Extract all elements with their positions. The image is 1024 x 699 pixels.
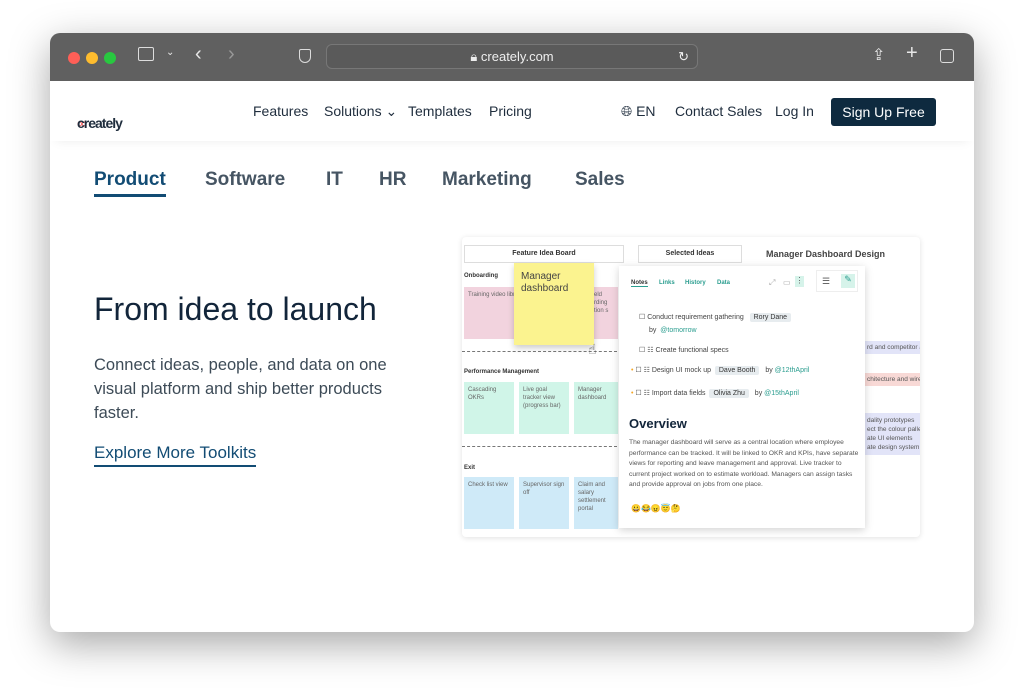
card: Check list view: [464, 477, 514, 529]
reload-icon[interactable]: ↻: [678, 45, 689, 68]
due-date: @15thApril: [764, 390, 799, 397]
timeline-text: ate design system: [867, 444, 920, 451]
divider: [462, 446, 617, 447]
login-link[interactable]: Log In: [775, 103, 814, 119]
card: Live goal tracker view (progress bar): [519, 382, 569, 434]
timeline-item: dality prototypes ect the colour pallet at…: [865, 413, 920, 455]
sidebar-icon[interactable]: [138, 47, 154, 61]
hero-title: From idea to launch: [94, 291, 377, 327]
tabs-overview-icon[interactable]: [940, 49, 954, 63]
due-date: @tomorrow: [660, 327, 697, 334]
timeline-item: chitecture and wiref: [865, 373, 920, 386]
nav-solutions-label: Solutions: [324, 103, 382, 119]
emoji-reactions[interactable]: 😀😂😠😇🤔: [631, 504, 681, 513]
overview-title: Overview: [629, 416, 687, 431]
edit-note-icon[interactable]: ✎: [841, 274, 855, 288]
panel-tab-data[interactable]: Data: [717, 280, 730, 286]
chevron-down-icon: ⌄: [385, 103, 398, 119]
new-tab-icon[interactable]: +: [906, 42, 918, 65]
hand-cursor-icon: ☝︎: [588, 341, 597, 357]
tab-marketing[interactable]: Marketing: [442, 169, 532, 191]
sign-up-button[interactable]: Sign Up Free: [831, 98, 936, 126]
language-selector[interactable]: 🌐︎ EN: [621, 103, 656, 120]
panel-tab-links[interactable]: Links: [659, 280, 675, 286]
task-text: Import data fields: [651, 390, 706, 397]
share-icon[interactable]: ⇪: [872, 45, 885, 65]
settings-sliders-icon[interactable]: ☰: [822, 276, 830, 287]
shield-icon[interactable]: [299, 49, 311, 63]
task-item[interactable]: • ☐ ☷ Import data fields Olivia Zhu by @…: [631, 389, 799, 398]
board-header: Feature Idea Board: [464, 245, 624, 263]
task-text: Design UI mock up: [651, 367, 711, 374]
hero-text: Connect ideas, people, and data on one v…: [94, 356, 387, 422]
tab-it[interactable]: IT: [326, 169, 343, 191]
timeline-text: ate UI elements: [867, 435, 913, 442]
address-bar[interactable]: 🔒︎ creately.com ↻: [326, 44, 698, 69]
maximize-button[interactable]: [104, 52, 116, 64]
timeline-text: ect the colour pallet: [867, 426, 920, 433]
by-label: by: [765, 367, 773, 374]
panel-tab-history[interactable]: History: [685, 280, 706, 286]
browser-toolbar: ⌄ ‹ › 🔒︎ creately.com ↻ ⇪ +: [50, 33, 974, 81]
site-nav: ∞ creately Features Solutions ⌄ Templates…: [50, 81, 974, 141]
section-label: Onboarding: [464, 273, 498, 279]
timeline-item: rd and competitor a: [865, 341, 920, 354]
section-label: Exit: [464, 465, 476, 471]
nav-templates[interactable]: Templates: [408, 103, 472, 119]
assignee-chip: Dave Booth: [714, 366, 760, 375]
tab-product[interactable]: Product: [94, 169, 166, 197]
nav-features[interactable]: Features: [253, 103, 308, 119]
expand-icon[interactable]: ⤢: [769, 278, 775, 288]
chevron-down-icon[interactable]: ⌄: [166, 47, 174, 58]
lock-icon: 🔒︎: [470, 49, 478, 64]
task-item[interactable]: • ☐ ☷ Design UI mock up Dave Booth by @1…: [631, 366, 810, 375]
forward-icon[interactable]: ›: [228, 43, 235, 66]
notes-panel: Notes Links History Data ⤢ ▭ ⋮ ☰ ✎ ☐ Con…: [619, 266, 865, 528]
task-text: Create functional specs: [655, 347, 729, 354]
card: Claim and salary settlement portal: [574, 477, 618, 529]
tab-hr[interactable]: HR: [379, 169, 406, 191]
task-due: by @tomorrow: [649, 327, 697, 334]
overview-text: The manager dashboard will serve as a ce…: [629, 439, 859, 488]
tab-sales[interactable]: Sales: [575, 169, 625, 191]
board-header: Selected Ideas: [638, 245, 742, 263]
pin-icon[interactable]: ▭: [783, 278, 791, 287]
close-button[interactable]: [68, 52, 80, 64]
assignee-chip: Olivia Zhu: [709, 389, 749, 398]
by-label: by: [649, 327, 657, 334]
sticky-note[interactable]: Manager dashboard: [514, 263, 594, 345]
nav-solutions[interactable]: Solutions ⌄: [324, 103, 397, 120]
by-label: by: [754, 390, 763, 397]
timeline-text: dality prototypes: [867, 417, 915, 424]
card: Manager dashboard: [574, 382, 618, 434]
board-header: Manager Dashboard Design Timeline: [766, 249, 886, 260]
card: Supervisor sign off: [519, 477, 569, 529]
task-text: Conduct requirement gathering: [647, 314, 744, 321]
board-preview: Feature Idea Board Selected Ideas Manage…: [462, 237, 920, 537]
contact-sales-link[interactable]: Contact Sales: [675, 103, 762, 119]
browser-window: ⌄ ‹ › 🔒︎ creately.com ↻ ⇪ + ∞ creately Fea…: [50, 33, 974, 632]
assignee-chip: Rory Dane: [749, 313, 792, 322]
tab-software[interactable]: Software: [205, 169, 285, 191]
card: Cascading OKRs: [464, 382, 514, 434]
task-item[interactable]: ☐ Conduct requirement gathering Rory Dan…: [639, 313, 792, 322]
globe-icon: 🌐︎: [621, 103, 633, 119]
nav-pricing[interactable]: Pricing: [489, 103, 532, 119]
back-icon[interactable]: ‹: [195, 43, 202, 66]
due-date: @12thApril: [774, 367, 810, 374]
more-icon[interactable]: ⋮: [795, 276, 804, 287]
panel-tab-notes[interactable]: Notes: [631, 280, 648, 287]
explore-toolkits-link[interactable]: Explore More Toolkits: [94, 443, 257, 467]
minimize-button[interactable]: [86, 52, 98, 64]
url-text: creately.com: [480, 49, 554, 64]
task-item[interactable]: ☐ ☷ Create functional specs: [639, 346, 729, 354]
logo-text: creately: [77, 115, 123, 131]
language-label: EN: [636, 103, 656, 119]
section-label: Performance Management: [464, 369, 540, 375]
